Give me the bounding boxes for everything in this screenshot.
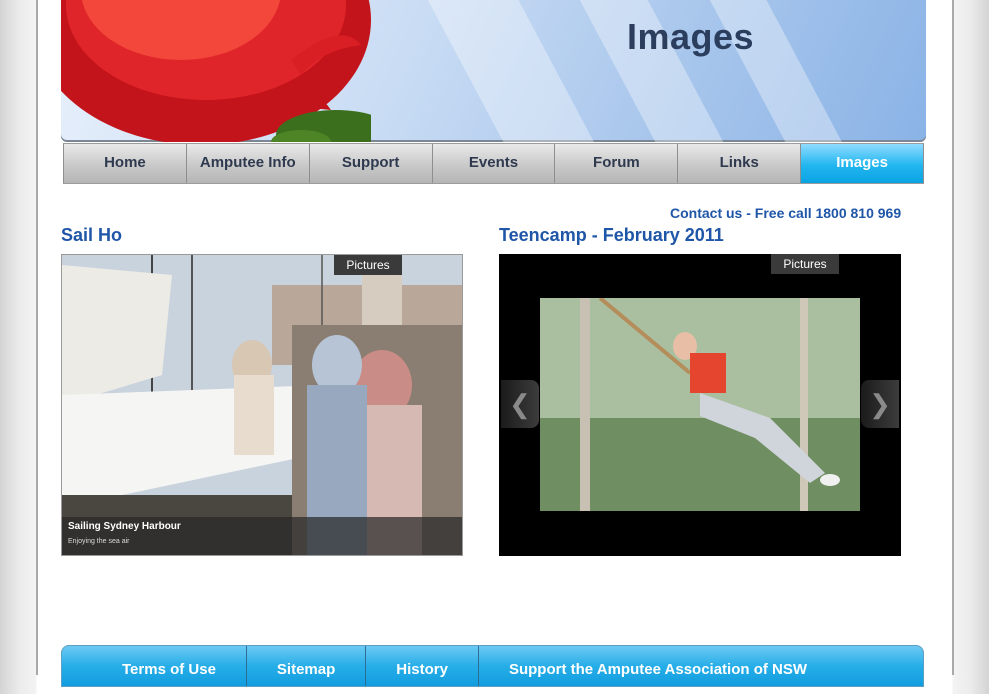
gallery-teencamp[interactable]: Pictures ❮ ❯ — [499, 254, 901, 556]
rope-swing-illustration — [540, 298, 860, 511]
main-nav: Home Amputee Info Support Events Forum L… — [63, 143, 925, 184]
nav-amputee-info[interactable]: Amputee Info — [186, 144, 310, 183]
gallery-title-sail-ho: Sail Ho — [61, 225, 123, 245]
nav-support[interactable]: Support — [309, 144, 433, 183]
contact-link[interactable]: Contact us - Free call 1800 810 969 — [670, 205, 901, 221]
nav-events[interactable]: Events — [432, 144, 556, 183]
footer-sitemap-link[interactable]: Sitemap — [247, 646, 367, 686]
gallery-prev-button[interactable]: ❮ — [501, 380, 539, 428]
teencamp-photo — [540, 298, 860, 511]
footer-nav: Terms of Use Sitemap History Support the… — [61, 645, 924, 687]
gallery-pictures-tab[interactable]: Pictures — [334, 255, 402, 275]
chevron-right-icon: ❯ — [869, 389, 891, 419]
sailing-photo — [62, 255, 462, 555]
page-title: Images — [627, 16, 755, 57]
page-border-right — [952, 0, 954, 675]
nav-forum[interactable]: Forum — [555, 144, 679, 183]
header-banner: Images — [61, 0, 926, 142]
gallery-title-teencamp: Teencamp - February 2011 — [499, 225, 724, 245]
gallery-pictures-tab[interactable]: Pictures — [771, 254, 839, 274]
caption-title: Sailing Sydney Harbour — [68, 521, 181, 532]
caption-subtitle: Enjoying the sea air — [68, 538, 130, 545]
chevron-left-icon: ❮ — [509, 389, 531, 419]
waratah-flower-icon — [61, 0, 371, 142]
page-border-left — [36, 0, 38, 675]
footer-support-link[interactable]: Support the Amputee Association of NSW — [479, 646, 837, 686]
photo-caption: Sailing Sydney Harbour Enjoying the sea … — [62, 517, 462, 555]
gallery-sail-ho[interactable]: Pictures Sailing Sydney Harbour Enjoying… — [61, 254, 463, 556]
gallery-next-button[interactable]: ❯ — [861, 380, 899, 428]
footer-terms-link[interactable]: Terms of Use — [92, 646, 247, 686]
nav-links[interactable]: Links — [678, 144, 802, 183]
nav-images[interactable]: Images — [801, 144, 925, 183]
nav-home[interactable]: Home — [63, 144, 187, 183]
footer-history-link[interactable]: History — [366, 646, 479, 686]
